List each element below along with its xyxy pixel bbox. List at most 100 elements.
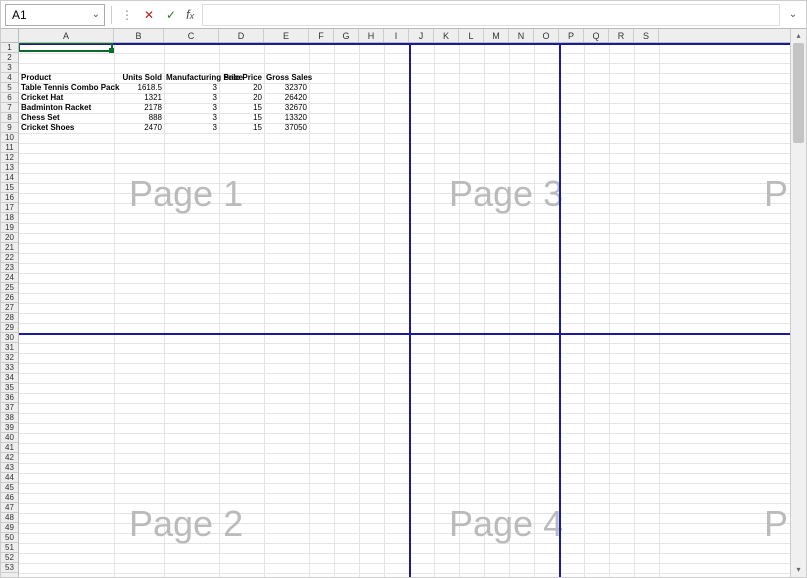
cell[interactable]: 15 — [219, 113, 264, 123]
cell[interactable]: 15 — [219, 123, 264, 133]
cell[interactable]: 15 — [219, 103, 264, 113]
expand-formula-icon[interactable]: ⌄ — [784, 9, 802, 20]
cell[interactable]: 20 — [219, 93, 264, 103]
cell[interactable]: 2178 — [114, 103, 164, 113]
cell[interactable]: Cricket Hat — [19, 93, 114, 103]
accept-icon[interactable]: ✓ — [162, 5, 180, 25]
row-header[interactable]: 46 — [1, 493, 18, 503]
cell[interactable]: Gross Sales — [264, 73, 309, 83]
cell[interactable]: 1321 — [114, 93, 164, 103]
row-header[interactable]: 53 — [1, 563, 18, 573]
row-header[interactable]: 12 — [1, 153, 18, 163]
row-header[interactable]: 27 — [1, 303, 18, 313]
row-header[interactable]: 19 — [1, 223, 18, 233]
row-header[interactable]: 51 — [1, 543, 18, 553]
row-header[interactable]: 7 — [1, 103, 18, 113]
row-header[interactable]: 41 — [1, 443, 18, 453]
row-header[interactable]: 38 — [1, 413, 18, 423]
grid[interactable]: ProductUnits SoldManufacturing PriceSale… — [19, 43, 790, 577]
row-header[interactable]: 37 — [1, 403, 18, 413]
row-header[interactable]: 13 — [1, 163, 18, 173]
cell[interactable]: Badminton Racket — [19, 103, 114, 113]
cell[interactable]: 13320 — [264, 113, 309, 123]
row-header[interactable]: 50 — [1, 533, 18, 543]
column-header[interactable]: A — [19, 29, 114, 42]
scroll-down-icon[interactable]: ▾ — [791, 563, 806, 577]
row-header[interactable]: 48 — [1, 513, 18, 523]
row-header[interactable]: 52 — [1, 553, 18, 563]
cell[interactable]: 26420 — [264, 93, 309, 103]
row-header[interactable]: 2 — [1, 53, 18, 63]
formula-input[interactable] — [202, 4, 780, 26]
row-header[interactable]: 43 — [1, 463, 18, 473]
row-header[interactable]: 47 — [1, 503, 18, 513]
column-header[interactable]: I — [384, 29, 409, 42]
cell[interactable]: 3 — [164, 113, 219, 123]
row-header[interactable]: 44 — [1, 473, 18, 483]
row-header[interactable]: 15 — [1, 183, 18, 193]
row-header[interactable]: 40 — [1, 433, 18, 443]
cell[interactable]: 888 — [114, 113, 164, 123]
column-header[interactable]: Q — [584, 29, 609, 42]
row-header[interactable]: 3 — [1, 63, 18, 73]
column-header[interactable]: B — [114, 29, 164, 42]
column-header[interactable]: K — [434, 29, 459, 42]
cell[interactable]: 37050 — [264, 123, 309, 133]
column-header[interactable]: R — [609, 29, 634, 42]
row-header[interactable]: 23 — [1, 263, 18, 273]
row-header[interactable]: 42 — [1, 453, 18, 463]
row-header[interactable]: 25 — [1, 283, 18, 293]
column-header[interactable]: E — [264, 29, 309, 42]
row-header[interactable]: 34 — [1, 373, 18, 383]
row-header[interactable]: 31 — [1, 343, 18, 353]
row-header[interactable]: 18 — [1, 213, 18, 223]
cell[interactable]: Cricket Shoes — [19, 123, 114, 133]
row-header[interactable]: 4 — [1, 73, 18, 83]
column-header[interactable]: F — [309, 29, 334, 42]
cell[interactable]: 32670 — [264, 103, 309, 113]
column-header[interactable]: O — [534, 29, 559, 42]
scrollbar-thumb[interactable] — [793, 43, 804, 143]
row-header[interactable]: 20 — [1, 233, 18, 243]
cell[interactable]: 3 — [164, 83, 219, 93]
row-header[interactable]: 17 — [1, 203, 18, 213]
select-all-corner[interactable] — [1, 29, 19, 43]
column-header[interactable]: N — [509, 29, 534, 42]
cell[interactable]: Table Tennis Combo Pack — [19, 83, 114, 93]
row-header[interactable]: 11 — [1, 143, 18, 153]
column-header[interactable]: C — [164, 29, 219, 42]
row-header[interactable]: 30 — [1, 333, 18, 343]
row-header[interactable]: 5 — [1, 83, 18, 93]
column-header[interactable]: S — [634, 29, 659, 42]
column-header[interactable]: D — [219, 29, 264, 42]
cell[interactable]: 3 — [164, 93, 219, 103]
column-header[interactable]: P — [559, 29, 584, 42]
row-header[interactable]: 14 — [1, 173, 18, 183]
cell[interactable]: 2470 — [114, 123, 164, 133]
row-header[interactable]: 29 — [1, 323, 18, 333]
row-header[interactable]: 49 — [1, 523, 18, 533]
name-box[interactable]: A1 ⌄ — [5, 4, 105, 26]
row-header[interactable]: 1 — [1, 43, 18, 53]
column-header[interactable]: H — [359, 29, 384, 42]
cell[interactable]: Sale Price — [219, 73, 264, 83]
row-header[interactable]: 35 — [1, 383, 18, 393]
scroll-up-icon[interactable]: ▴ — [791, 29, 806, 43]
row-header[interactable]: 9 — [1, 123, 18, 133]
row-header[interactable]: 39 — [1, 423, 18, 433]
row-header[interactable]: 16 — [1, 193, 18, 203]
row-header[interactable]: 28 — [1, 313, 18, 323]
row-header[interactable]: 6 — [1, 93, 18, 103]
row-header[interactable]: 36 — [1, 393, 18, 403]
row-header[interactable]: 26 — [1, 293, 18, 303]
column-header[interactable]: J — [409, 29, 434, 42]
cell[interactable]: 20 — [219, 83, 264, 93]
cell[interactable]: 1618.5 — [114, 83, 164, 93]
row-header[interactable]: 32 — [1, 353, 18, 363]
row-header[interactable]: 45 — [1, 483, 18, 493]
cell[interactable]: Chess Set — [19, 113, 114, 123]
cell[interactable]: 32370 — [264, 83, 309, 93]
cell[interactable]: 3 — [164, 103, 219, 113]
row-header[interactable]: 33 — [1, 363, 18, 373]
column-header[interactable]: L — [459, 29, 484, 42]
